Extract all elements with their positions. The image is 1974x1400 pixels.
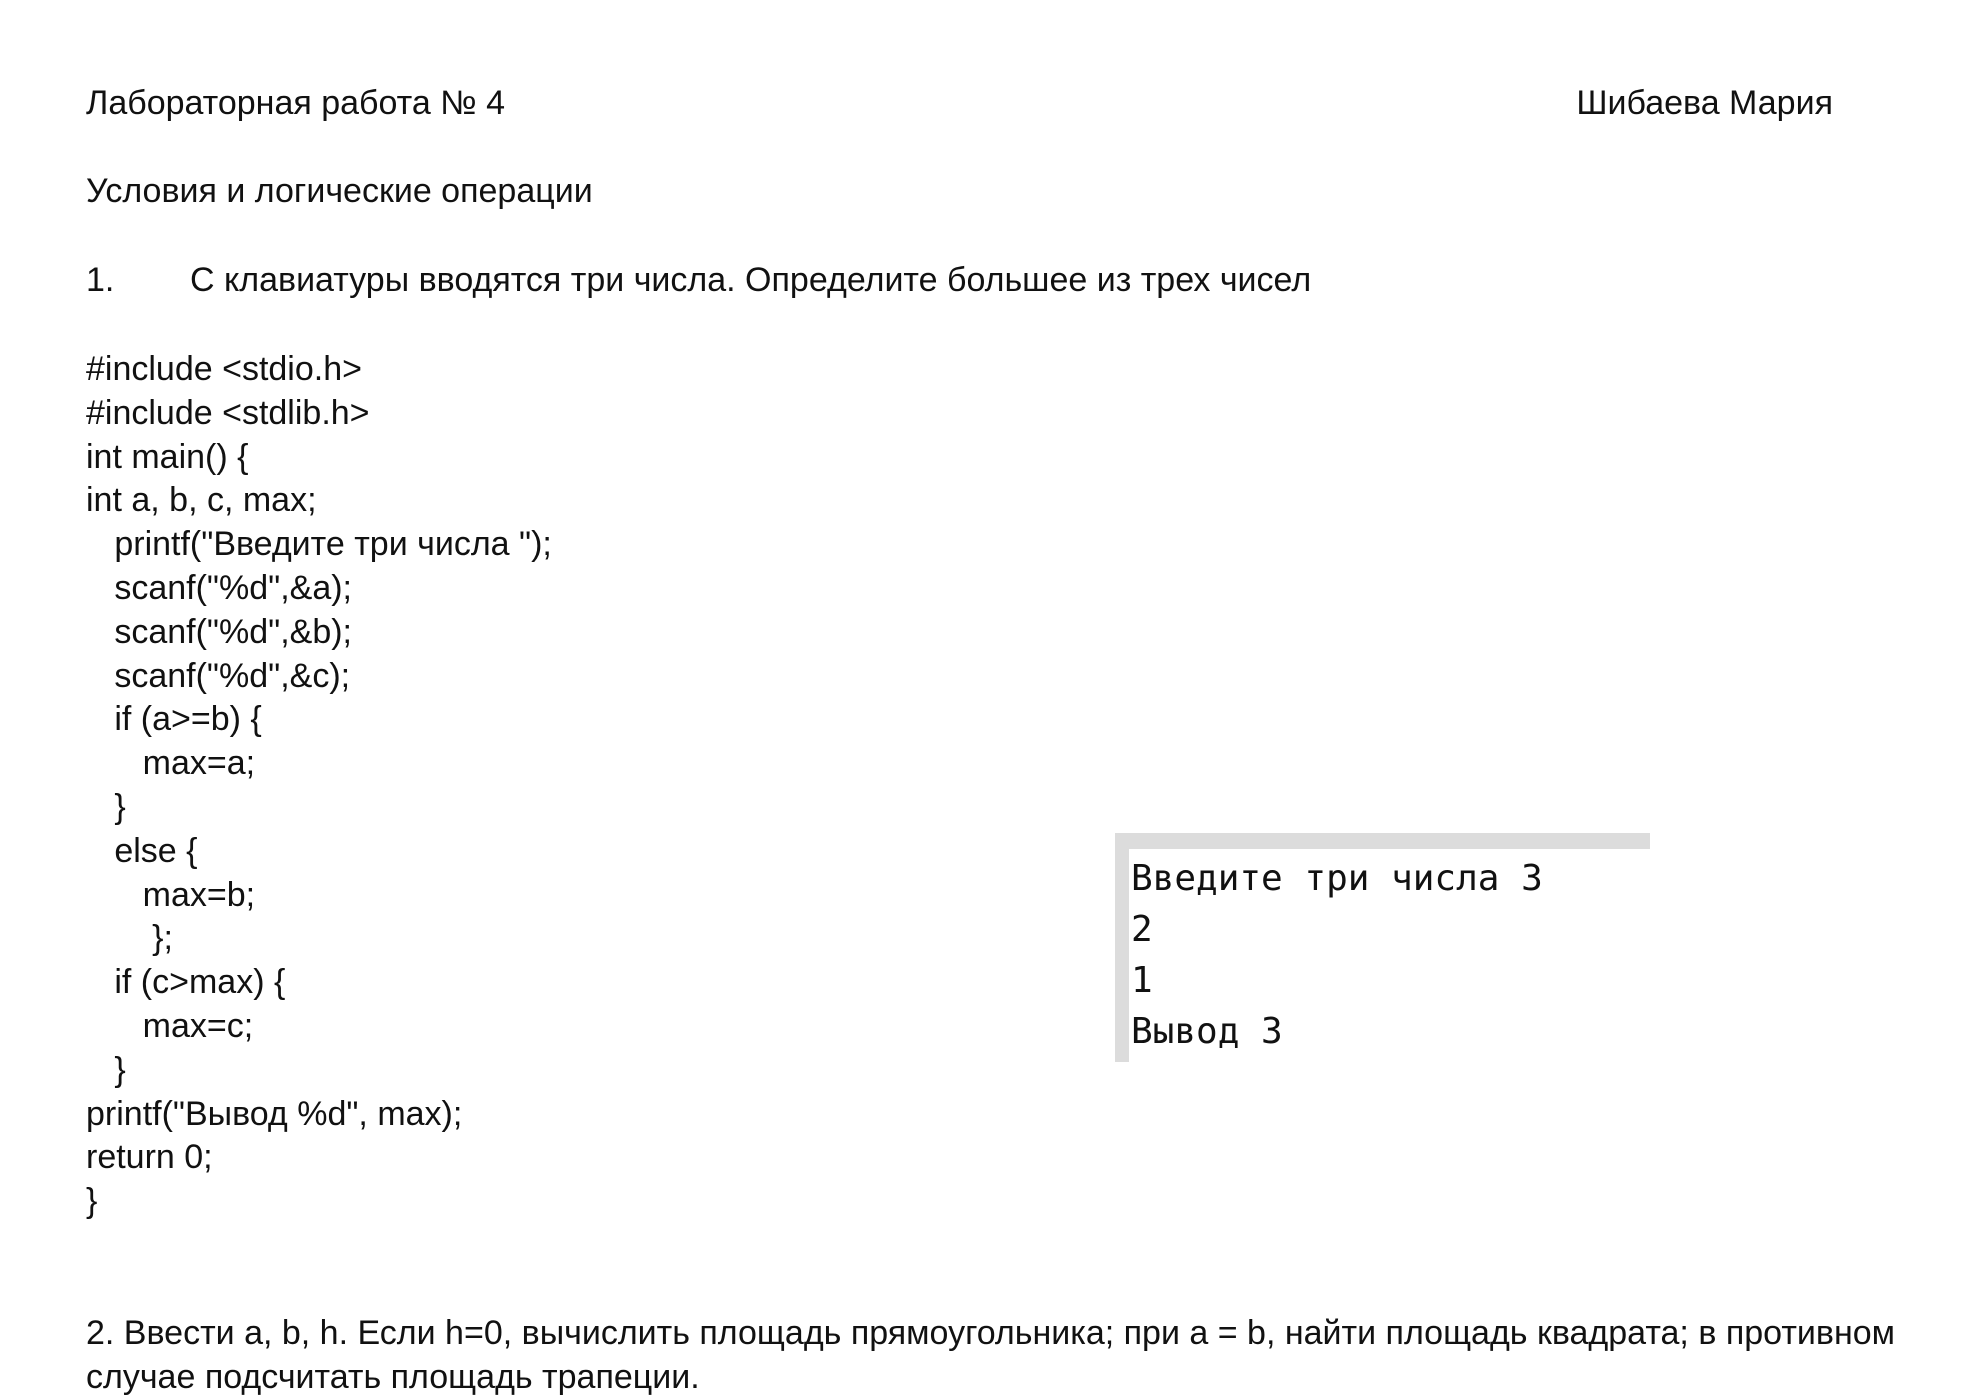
console-line: Введите три числа 3 [1131, 858, 1543, 899]
section-title: Условия и логические операции [86, 172, 593, 210]
code-line: max=c; [86, 1006, 254, 1045]
code-line: } [86, 1050, 126, 1089]
task-2-text: 2. Ввести a, b, h. Если h=0, вычислить п… [86, 1314, 1896, 1396]
console-line: 2 [1131, 909, 1153, 950]
console-left-border [1115, 833, 1129, 1062]
task-1-number: 1. [86, 261, 115, 299]
code-line: #include <stdlib.h> [86, 393, 370, 432]
code-line: int main() { [86, 437, 249, 476]
code-line: scanf("%d",&b); [86, 612, 353, 651]
code-line: max=a; [86, 744, 256, 783]
code-line: printf("Вывод %d", max); [86, 1094, 463, 1133]
code-line: }; [86, 919, 173, 958]
code-line: return 0; [86, 1138, 213, 1177]
console-top-border [1115, 833, 1650, 849]
code-line: if (c>max) { [86, 963, 286, 1002]
lab-title: Лабораторная работа № 4 [86, 84, 506, 122]
author-name: Шибаева Мария [1576, 84, 1833, 122]
console-line: Вывод 3 [1131, 1011, 1283, 1052]
code-line: int a, b, c, max; [86, 481, 317, 520]
code-line: if (a>=b) { [86, 700, 262, 739]
code-line: max=b; [86, 875, 256, 914]
code-line: scanf("%d",&c); [86, 656, 351, 695]
code-line: } [86, 1182, 98, 1221]
task-1-text: С клавиатуры вводятся три числа. Определ… [190, 261, 1312, 299]
code-listing: #include <stdio.h> #include <stdlib.h> i… [86, 348, 552, 1224]
console-text: Введите три числа 3 2 1 Вывод 3 [1131, 853, 1543, 1057]
code-line: else { [86, 831, 198, 870]
console-output-screenshot: Введите три числа 3 2 1 Вывод 3 [1115, 833, 1650, 1062]
code-line: #include <stdio.h> [86, 350, 362, 388]
task-1: 1. С клавиатуры вводятся три числа. Опред… [86, 258, 1311, 302]
code-line: } [86, 787, 126, 826]
console-line: 1 [1131, 960, 1153, 1001]
code-line: printf("Введите три числа "); [86, 525, 552, 564]
code-line: scanf("%d",&a); [86, 568, 353, 607]
